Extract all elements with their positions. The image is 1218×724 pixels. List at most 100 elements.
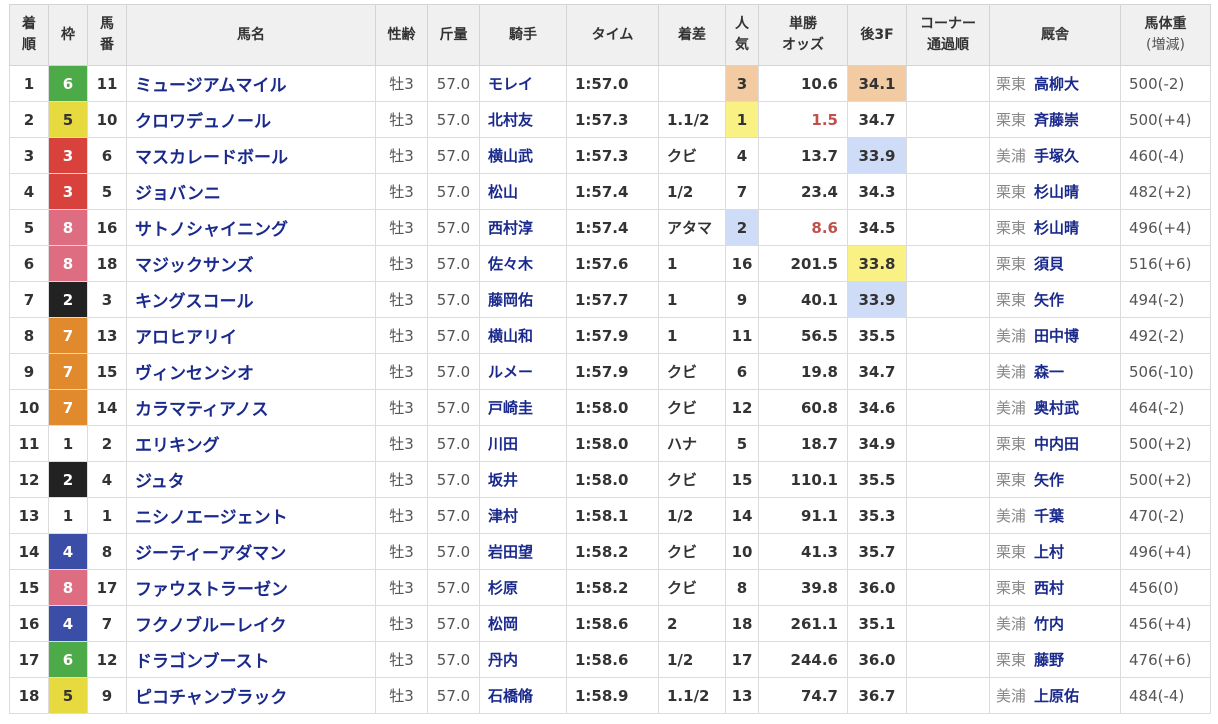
finish-margin: クビ (658, 389, 726, 426)
jockey-link[interactable]: 横山武 (479, 137, 567, 174)
header-corner-line2: 通過順 (927, 37, 969, 53)
trainer-link[interactable]: 藤野 (1034, 651, 1064, 669)
trainer-link[interactable]: 上原佑 (1034, 687, 1079, 705)
win-odds: 110.1 (758, 461, 848, 498)
trainer-link[interactable]: 竹内 (1034, 615, 1064, 633)
trainer-link[interactable]: 矢作 (1034, 471, 1064, 489)
jockey-link[interactable]: モレイ (479, 65, 567, 102)
horse-number: 14 (87, 389, 127, 426)
jockey-link[interactable]: 松岡 (479, 605, 567, 642)
jockey-link[interactable]: 藤岡佑 (479, 281, 567, 318)
horse-name-link[interactable]: アロヒアリイ (126, 317, 376, 354)
win-odds: 19.8 (758, 353, 848, 390)
header-horse[interactable]: 馬名 (126, 4, 376, 66)
horse-name-link[interactable]: エリキング (126, 425, 376, 462)
horse-name-link[interactable]: キングスコール (126, 281, 376, 318)
jockey-link[interactable]: 津村 (479, 497, 567, 534)
trainer-link[interactable]: 上村 (1034, 543, 1064, 561)
trainer-link[interactable]: 千葉 (1034, 507, 1064, 525)
horse-name-link[interactable]: ジョバンニ (126, 173, 376, 210)
horse-name-link[interactable]: ジュタ (126, 461, 376, 498)
trainer-link[interactable]: 須貝 (1034, 255, 1064, 273)
finish-position: 4 (9, 173, 49, 210)
corner-positions (906, 65, 990, 102)
header-popularity[interactable]: 人気 (725, 4, 759, 66)
horse-name-link[interactable]: フクノブルーレイク (126, 605, 376, 642)
header-weight[interactable]: 斤量 (427, 4, 480, 66)
trainer-link[interactable]: 西村 (1034, 579, 1064, 597)
waku-badge: 7 (48, 317, 88, 354)
stable-cell: 美浦 千葉 (989, 497, 1121, 534)
trainer-link[interactable]: 田中博 (1034, 327, 1079, 345)
horse-name-link[interactable]: ニシノエージェント (126, 497, 376, 534)
trainer-link[interactable]: 杉山晴 (1034, 183, 1079, 201)
header-sex-age[interactable]: 性齢 (375, 4, 428, 66)
jockey-link[interactable]: 横山和 (479, 317, 567, 354)
header-margin[interactable]: 着差 (658, 4, 726, 66)
stable-cell: 栗東 矢作 (989, 461, 1121, 498)
horse-name-link[interactable]: サトノシャイニング (126, 209, 376, 246)
sex-age: 牡3 (375, 677, 428, 714)
header-corner[interactable]: コーナー 通過順 (906, 4, 990, 66)
horse-name-link[interactable]: マスカレードボール (126, 137, 376, 174)
trainer-link[interactable]: 斉藤崇 (1034, 111, 1079, 129)
horse-name-link[interactable]: マジックサンズ (126, 245, 376, 282)
header-time[interactable]: タイム (566, 4, 659, 66)
horse-number: 16 (87, 209, 127, 246)
horse-name-link[interactable]: ピコチャンブラック (126, 677, 376, 714)
win-odds: 18.7 (758, 425, 848, 462)
horse-name-link[interactable]: ドラゴンブースト (126, 641, 376, 678)
trainer-link[interactable]: 手塚久 (1034, 147, 1079, 165)
header-finish[interactable]: 着順 (9, 4, 49, 66)
jockey-link[interactable]: 坂井 (479, 461, 567, 498)
jockey-link[interactable]: 戸崎圭 (479, 389, 567, 426)
horse-name-link[interactable]: カラマティアノス (126, 389, 376, 426)
header-body-weight[interactable]: 馬体重 (増減) (1120, 4, 1211, 66)
jockey-link[interactable]: 石橋脩 (479, 677, 567, 714)
jockey-link[interactable]: 川田 (479, 425, 567, 462)
jockey-link[interactable]: 杉原 (479, 569, 567, 606)
carried-weight: 57.0 (427, 353, 480, 390)
header-jockey[interactable]: 騎手 (479, 4, 567, 66)
jockey-link[interactable]: 岩田望 (479, 533, 567, 570)
stable-cell: 栗東 高柳大 (989, 65, 1121, 102)
popularity: 3 (725, 65, 759, 102)
trainer-link[interactable]: 奥村武 (1034, 399, 1079, 417)
result-row: 1 6 11 ミュージアムマイル 牡3 57.0 モレイ 1:57.0 3 10.6 34.1 栗東高… (9, 65, 1211, 102)
horse-number: 11 (87, 65, 127, 102)
finish-margin: 1 (658, 281, 726, 318)
carried-weight: 57.0 (427, 173, 480, 210)
jockey-link[interactable]: 佐々木 (479, 245, 567, 282)
sex-age: 牡3 (375, 101, 428, 138)
result-row: 16 4 7 フクノブルーレイク 牡3 57.0 松岡 1:58.6 2 18 261.1 35.1 美… (9, 605, 1211, 642)
race-time: 1:58.9 (566, 677, 659, 714)
horse-name-link[interactable]: ファウストラーゼン (126, 569, 376, 606)
finish-margin: クビ (658, 353, 726, 390)
trainer-link[interactable]: 森一 (1034, 363, 1064, 381)
win-odds: 244.6 (758, 641, 848, 678)
horse-name-link[interactable]: クロワデュノール (126, 101, 376, 138)
horse-name-link[interactable]: ジーティーアダマン (126, 533, 376, 570)
trainer-link[interactable]: 矢作 (1034, 291, 1064, 309)
header-odds[interactable]: 単勝 オッズ (758, 4, 848, 66)
race-results: 着順 枠 馬番 馬名 性齢 斤量 騎手 タイム 着差 人気 単勝 オッズ 後3F … (0, 0, 1218, 724)
waku-badge: 5 (48, 101, 88, 138)
header-waku[interactable]: 枠 (48, 4, 88, 66)
header-last3f[interactable]: 後3F (847, 4, 907, 66)
last-3f: 35.5 (847, 461, 907, 498)
horse-name-link[interactable]: ミュージアムマイル (126, 65, 376, 102)
jockey-link[interactable]: 丹内 (479, 641, 567, 678)
horse-name-link[interactable]: ヴィンセンシオ (126, 353, 376, 390)
header-number[interactable]: 馬番 (87, 4, 127, 66)
finish-position: 13 (9, 497, 49, 534)
trainer-link[interactable]: 中内田 (1034, 435, 1079, 453)
trainer-link[interactable]: 杉山晴 (1034, 219, 1079, 237)
header-stable[interactable]: 厩舎 (989, 4, 1121, 66)
jockey-link[interactable]: 西村淳 (479, 209, 567, 246)
jockey-link[interactable]: ルメー (479, 353, 567, 390)
win-odds: 8.6 (758, 209, 848, 246)
jockey-link[interactable]: 松山 (479, 173, 567, 210)
last-3f: 35.3 (847, 497, 907, 534)
trainer-link[interactable]: 高柳大 (1034, 75, 1079, 93)
jockey-link[interactable]: 北村友 (479, 101, 567, 138)
